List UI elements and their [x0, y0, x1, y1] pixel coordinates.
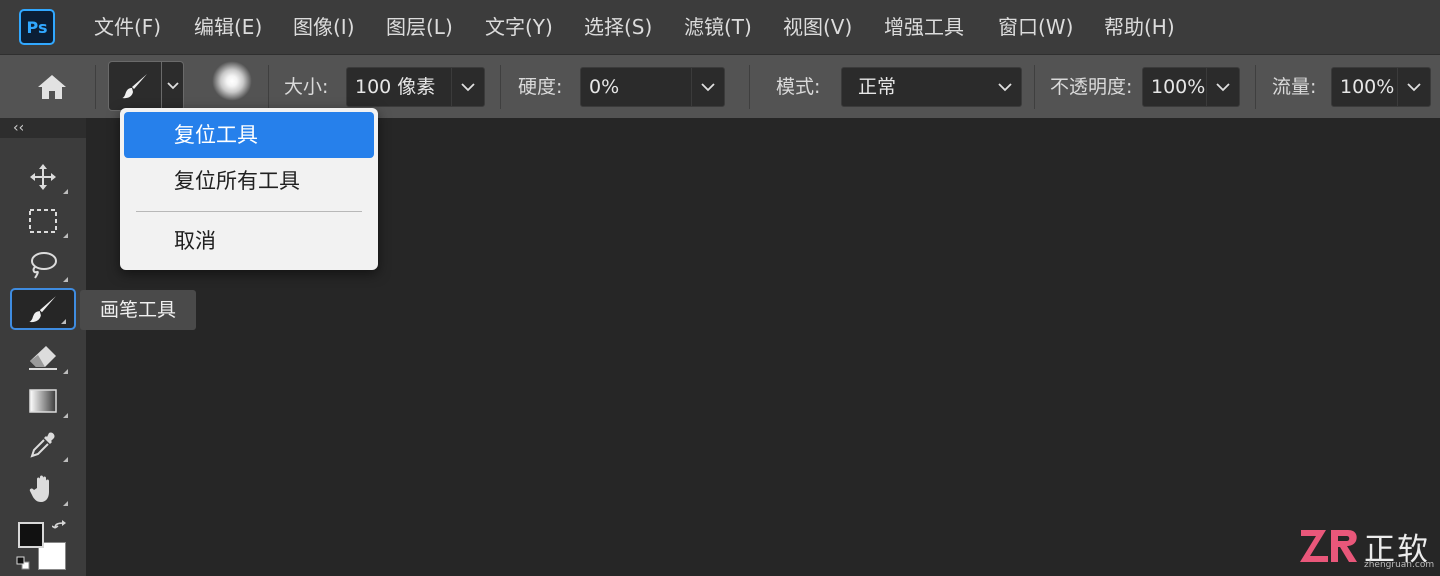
separator	[1034, 65, 1035, 109]
chevron-down-icon	[1216, 82, 1230, 91]
opacity-value: 100%	[1151, 76, 1206, 98]
swap-colors-icon[interactable]	[52, 520, 70, 538]
marquee-tool[interactable]	[10, 200, 76, 242]
flow-label: 流量:	[1272, 76, 1317, 98]
tools-panel-header: ‹‹	[0, 118, 86, 138]
eyedropper-tool[interactable]	[10, 424, 76, 466]
menu-item-reset-tool[interactable]: 复位工具	[124, 112, 374, 158]
home-button[interactable]	[30, 69, 74, 105]
menu-view[interactable]: 视图(V)	[783, 12, 852, 42]
mode-label: 模式:	[776, 76, 821, 98]
flow-value: 100%	[1340, 76, 1395, 98]
brush-preset-icon-wrap	[109, 62, 162, 110]
brush-icon	[122, 74, 147, 99]
menu-file[interactable]: 文件(F)	[94, 12, 161, 42]
foreground-color-swatch[interactable]	[18, 522, 44, 548]
hardness-label: 硬度:	[518, 76, 563, 98]
zr-logo-icon	[1300, 530, 1357, 562]
mode-select[interactable]: 正常	[841, 67, 1022, 107]
tool-flyout-indicator	[61, 319, 66, 324]
menu-layer[interactable]: 图层(L)	[386, 12, 453, 42]
home-icon	[38, 75, 66, 99]
menu-item-cancel[interactable]: 取消	[124, 218, 374, 264]
opacity-field[interactable]: 100%	[1142, 67, 1240, 107]
move-icon	[30, 164, 56, 190]
menu-edit[interactable]: 编辑(E)	[194, 12, 262, 42]
separator	[749, 65, 750, 109]
eyedropper-icon	[30, 432, 55, 458]
tool-flyout-indicator	[63, 189, 68, 194]
flow-dropdown[interactable]	[1397, 68, 1430, 106]
menu-image[interactable]: 图像(I)	[293, 12, 355, 42]
lasso-icon	[31, 252, 57, 279]
mode-dropdown[interactable]	[989, 68, 1021, 106]
opacity-label: 不透明度:	[1050, 76, 1133, 98]
size-field[interactable]: 100 像素	[346, 67, 485, 107]
menu-item-reset-all-tools[interactable]: 复位所有工具	[124, 158, 374, 204]
hand-icon	[29, 475, 49, 502]
separator	[95, 65, 96, 109]
photoshop-window: Ps 文件(F) 编辑(E) 图像(I) 图层(L) 文字(Y) 选择(S) 滤…	[0, 0, 1440, 576]
move-tool[interactable]	[10, 156, 76, 198]
lasso-tool[interactable]	[10, 244, 76, 286]
separator	[268, 65, 269, 109]
brush-tip-preview[interactable]	[212, 61, 252, 101]
hardness-value: 0%	[589, 76, 620, 98]
tool-flyout-indicator	[63, 413, 68, 418]
chevron-down-icon	[701, 82, 715, 91]
size-dropdown[interactable]	[451, 68, 484, 106]
tool-flyout-indicator	[63, 501, 68, 506]
gradient-tool[interactable]	[10, 380, 76, 422]
collapse-panel-button[interactable]: ‹‹	[13, 118, 24, 138]
size-label: 大小:	[284, 76, 329, 98]
tool-flyout-indicator	[63, 277, 68, 282]
chevron-down-icon	[167, 82, 179, 90]
menu-bar: Ps 文件(F) 编辑(E) 图像(I) 图层(L) 文字(Y) 选择(S) 滤…	[0, 0, 1440, 54]
menu-select[interactable]: 选择(S)	[584, 12, 652, 42]
eraser-icon	[29, 346, 57, 370]
tool-flyout-indicator	[63, 369, 68, 374]
hardness-field[interactable]: 0%	[580, 67, 725, 107]
default-colors-icon[interactable]	[16, 556, 30, 570]
tool-preset-context-menu: 复位工具 复位所有工具 取消	[120, 108, 378, 270]
size-value: 100 像素	[355, 76, 436, 98]
watermark-url: zhengruan.com	[1364, 560, 1435, 570]
zhengruan-watermark: 正软 zhengruan.com	[1296, 522, 1436, 574]
tool-flyout-indicator	[63, 457, 68, 462]
tool-preset-picker[interactable]	[108, 61, 184, 111]
eraser-tool[interactable]	[10, 336, 76, 378]
separator	[500, 65, 501, 109]
hardness-dropdown[interactable]	[691, 68, 724, 106]
menu-help[interactable]: 帮助(H)	[1104, 12, 1175, 42]
brush-tool-tooltip: 画笔工具	[80, 290, 196, 330]
separator	[1255, 65, 1256, 109]
mode-value: 正常	[858, 76, 897, 98]
chevron-down-icon	[998, 82, 1012, 91]
menu-enhance-tools[interactable]: 增强工具	[884, 12, 964, 42]
opacity-dropdown[interactable]	[1206, 68, 1239, 106]
ps-logo: Ps	[19, 9, 55, 45]
preset-dropdown[interactable]	[162, 62, 184, 110]
tool-flyout-indicator	[63, 233, 68, 238]
menu-window[interactable]: 窗口(W)	[998, 12, 1073, 42]
menu-separator	[136, 211, 362, 212]
chevron-down-icon	[1407, 82, 1421, 91]
chevron-down-icon	[461, 82, 475, 91]
hand-tool[interactable]	[10, 468, 76, 510]
brush-icon	[29, 296, 56, 323]
color-swatches	[14, 520, 74, 574]
menu-filter[interactable]: 滤镜(T)	[684, 12, 752, 42]
marquee-icon	[29, 209, 57, 233]
menu-type[interactable]: 文字(Y)	[485, 12, 553, 42]
flow-field[interactable]: 100%	[1331, 67, 1431, 107]
gradient-icon	[29, 389, 57, 413]
tools-panel: ‹‹	[0, 118, 86, 576]
brush-tool[interactable]	[10, 288, 76, 330]
